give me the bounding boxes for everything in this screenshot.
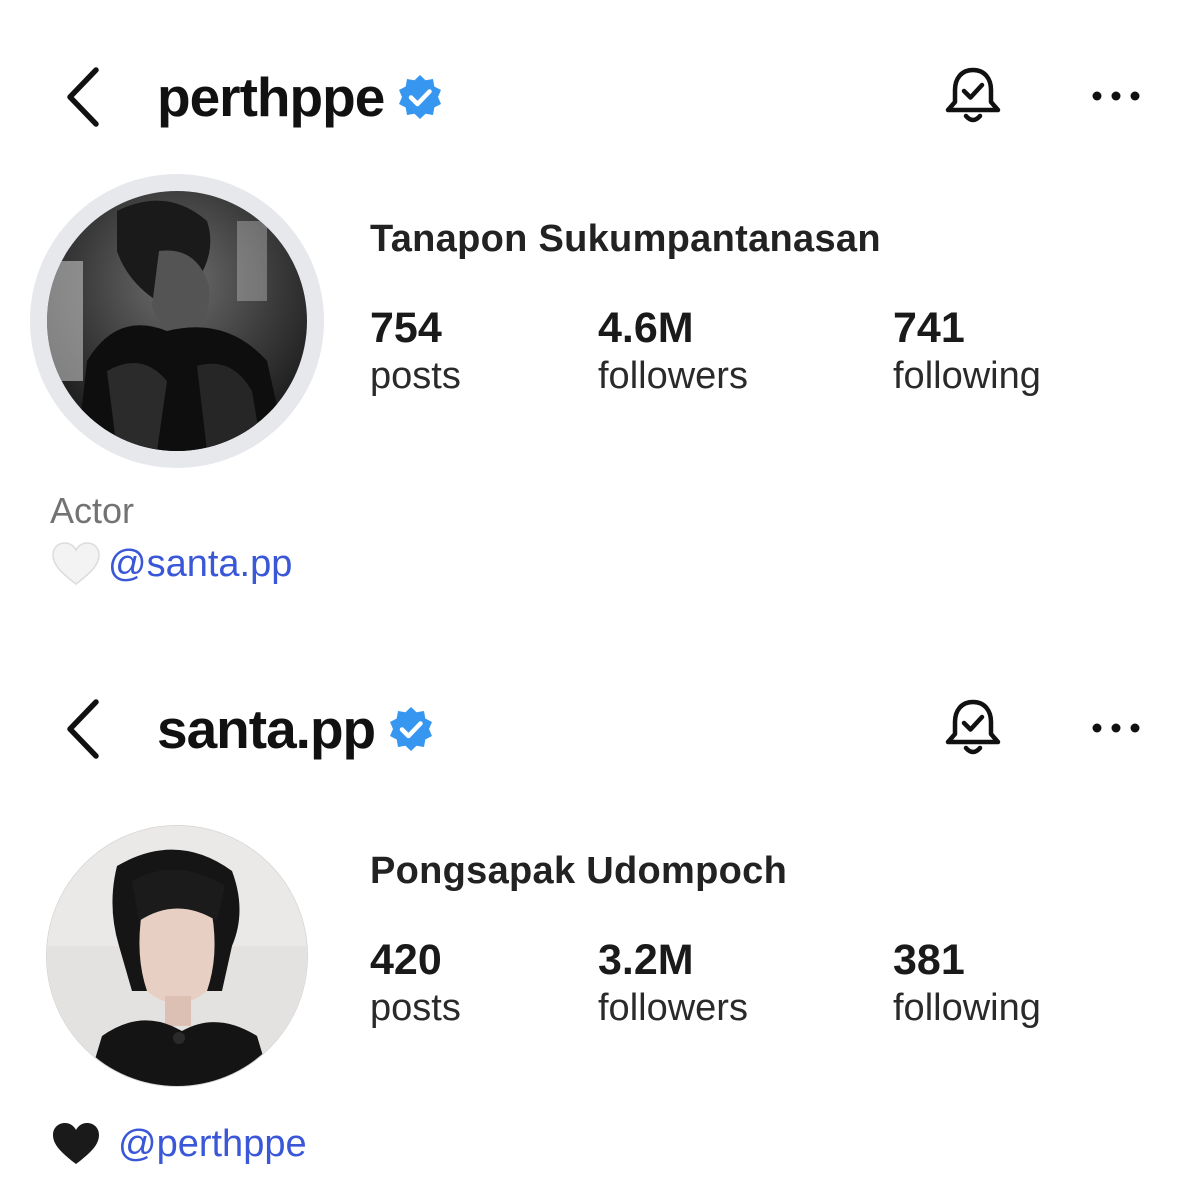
- followers-count: 4.6M: [598, 304, 694, 352]
- posts-count: 420: [370, 936, 442, 984]
- following-stat[interactable]: 381 following: [893, 936, 1041, 1032]
- following-count: 741: [893, 304, 965, 352]
- username-row: santa.pp: [157, 694, 435, 764]
- following-label: following: [893, 987, 1041, 1029]
- back-button[interactable]: [60, 64, 106, 130]
- more-options-button[interactable]: [1086, 82, 1146, 110]
- bell-check-icon: [945, 67, 1001, 123]
- bio-line: @perthppe: [50, 1120, 307, 1168]
- avatar[interactable]: [46, 825, 308, 1087]
- bio-mention-link[interactable]: @perthppe: [118, 1123, 307, 1166]
- full-name: Pongsapak Udompoch: [370, 850, 788, 892]
- following-stat[interactable]: 741 following: [893, 304, 1041, 400]
- top-bar: santa.pp: [0, 632, 1200, 822]
- posts-label: posts: [370, 987, 461, 1029]
- more-horizontal-icon: [1092, 723, 1140, 733]
- more-options-button[interactable]: [1086, 714, 1146, 742]
- verified-badge-icon: [399, 75, 442, 119]
- followers-label: followers: [598, 987, 748, 1029]
- profile-photo: [47, 826, 307, 1086]
- profile-photo: [47, 191, 307, 451]
- profile-header-perthppe: perthppe Tanapon Sukumpantanasan 754 pos…: [0, 0, 1200, 620]
- posts-stat[interactable]: 754 posts: [370, 304, 461, 400]
- chevron-left-icon: [67, 67, 99, 127]
- bio-line: @santa.pp: [50, 540, 292, 588]
- back-button[interactable]: [60, 696, 106, 762]
- chevron-left-icon: [67, 699, 99, 759]
- followers-count: 3.2M: [598, 936, 694, 984]
- top-bar: perthppe: [0, 0, 1200, 190]
- verified-badge-icon: [390, 707, 433, 751]
- more-horizontal-icon: [1092, 91, 1140, 101]
- username: santa.pp: [157, 697, 376, 760]
- full-name: Tanapon Sukumpantanasan: [370, 218, 881, 260]
- bio-mention-link[interactable]: @santa.pp: [108, 543, 292, 586]
- posts-count: 754: [370, 304, 442, 352]
- black-heart-icon: [53, 1123, 99, 1164]
- followers-stat[interactable]: 4.6M followers: [598, 304, 748, 400]
- followers-label: followers: [598, 355, 748, 397]
- following-label: following: [893, 355, 1041, 397]
- followers-stat[interactable]: 3.2M followers: [598, 936, 748, 1032]
- posts-stat[interactable]: 420 posts: [370, 936, 461, 1032]
- bell-check-icon: [945, 699, 1001, 755]
- white-heart-icon: [52, 542, 100, 585]
- notifications-button[interactable]: [940, 64, 1006, 130]
- following-count: 381: [893, 936, 965, 984]
- notifications-button[interactable]: [940, 696, 1006, 762]
- posts-label: posts: [370, 355, 461, 397]
- profile-header-santa-pp: santa.pp Pongsapak Udompoch 420 posts 3.…: [0, 632, 1200, 1185]
- avatar[interactable]: [47, 191, 307, 451]
- username: perthppe: [157, 65, 385, 128]
- username-row: perthppe: [157, 62, 444, 132]
- bio-category: Actor: [50, 490, 135, 531]
